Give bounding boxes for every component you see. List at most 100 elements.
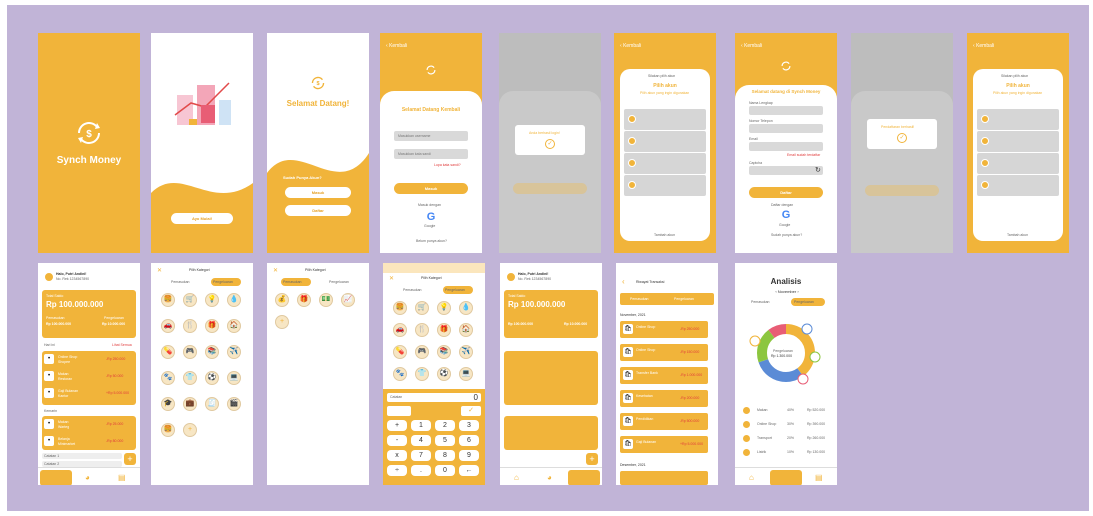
register-button[interactable]: Daftar xyxy=(285,205,351,216)
transaction-row[interactable]: • Gaji Bulanan Kantor +Rp 5.000.000 xyxy=(44,386,134,401)
category-icon[interactable]: 🛒 xyxy=(183,293,197,307)
salary-icon[interactable]: 💰 xyxy=(275,293,289,307)
name-input[interactable] xyxy=(749,106,823,115)
category-icon[interactable]: 💻 xyxy=(227,371,241,385)
back-link[interactable]: ‹ Kembali xyxy=(620,43,641,49)
tab-income[interactable]: Pemasukan xyxy=(171,280,189,284)
password-input[interactable]: Masukkan kata sandi xyxy=(394,149,468,159)
gift-icon[interactable]: 🎁 xyxy=(297,293,311,307)
category-icon[interactable]: 💻 xyxy=(459,367,473,381)
category-icon[interactable]: ✈️ xyxy=(459,345,473,359)
category-icon[interactable]: 🐾 xyxy=(393,367,407,381)
category-icon[interactable]: 👕 xyxy=(415,367,429,381)
category-icon[interactable]: ⚽ xyxy=(205,371,219,385)
keypad-key[interactable]: 4 xyxy=(411,435,431,446)
category-icon[interactable]: 💧 xyxy=(459,301,473,315)
add-account-link[interactable]: Tambah akun xyxy=(1007,233,1028,237)
signup-link[interactable]: Belum punya akun? xyxy=(416,239,447,243)
keypad-key[interactable]: - xyxy=(387,435,407,446)
category-icon[interactable]: 🍴 xyxy=(183,319,197,333)
note-row[interactable]: Catatan 1 xyxy=(42,453,122,459)
forgot-link[interactable]: Lupa kata sandi? xyxy=(434,163,461,167)
category-icon[interactable]: 🎬 xyxy=(227,397,241,411)
nav-analysis[interactable]: ◕ xyxy=(535,470,567,485)
tab-expense[interactable]: Pengeluaran xyxy=(443,286,473,294)
keypad-key[interactable]: x xyxy=(387,450,407,461)
add-account-link[interactable]: Tambah akun xyxy=(654,233,675,237)
category-icon[interactable]: 🍔 xyxy=(161,423,175,437)
captcha-input[interactable] xyxy=(749,166,823,175)
nav-analysis[interactable]: ◕ xyxy=(73,470,105,485)
nav-history[interactable]: ▤ xyxy=(106,470,138,485)
keypad-key[interactable]: 7 xyxy=(411,450,431,461)
back-link[interactable]: ‹ Kembali xyxy=(386,43,407,49)
keypad-key[interactable]: . xyxy=(411,465,431,476)
date-button[interactable] xyxy=(387,406,411,416)
back-link[interactable]: ‹ Kembali xyxy=(741,43,762,49)
keypad-key[interactable]: + xyxy=(387,420,407,431)
account-row[interactable] xyxy=(624,131,706,152)
category-icon[interactable]: 🚗 xyxy=(393,323,407,337)
category-icon[interactable]: 🧾 xyxy=(205,397,219,411)
keypad-key[interactable]: ÷ xyxy=(387,465,407,476)
cash-icon[interactable]: 💵 xyxy=(319,293,333,307)
email-input[interactable] xyxy=(749,142,823,151)
close-icon[interactable]: ✕ xyxy=(273,267,278,274)
category-icon[interactable]: 🎓 xyxy=(161,397,175,411)
keypad-key[interactable]: 9 xyxy=(459,450,479,461)
add-category-icon[interactable]: + xyxy=(183,423,197,437)
tab-expense[interactable]: Pengeluaran xyxy=(791,298,825,306)
history-row[interactable]: 🛍 Gaji Bulanan +Rp 5.000.000 xyxy=(620,436,708,453)
google-icon[interactable]: G xyxy=(425,211,437,223)
category-icon[interactable]: 🎮 xyxy=(183,345,197,359)
phone-input[interactable] xyxy=(749,124,823,133)
login-button[interactable]: Masuk xyxy=(285,187,351,198)
note-input[interactable]: Catatan 0 xyxy=(387,393,481,402)
confirm-button[interactable]: ✓ xyxy=(461,406,481,416)
category-icon[interactable]: 🍔 xyxy=(393,301,407,315)
transaction-row[interactable]: • Makan Restoran -Rp 50.000 xyxy=(44,369,134,384)
account-row[interactable] xyxy=(977,131,1059,152)
keypad-key[interactable]: ← xyxy=(459,465,479,476)
keypad-key[interactable]: 0 xyxy=(435,465,455,476)
google-icon[interactable]: G xyxy=(780,209,792,221)
nav-home[interactable]: ⌂ xyxy=(737,470,769,485)
keypad-key[interactable]: 8 xyxy=(435,450,455,461)
account-row[interactable] xyxy=(977,153,1059,174)
signin-link[interactable]: Sudah punya akun? xyxy=(771,233,802,237)
history-row[interactable]: 🛍 Transfer Bank -Rp 1.000.000 xyxy=(620,367,708,384)
category-icon[interactable]: ⚽ xyxy=(437,367,451,381)
keypad-key[interactable]: 5 xyxy=(435,435,455,446)
tab-income[interactable]: Pemasukan xyxy=(403,288,421,292)
transaction-row[interactable]: • Online Shop Shopee -Rp 250.000 xyxy=(44,352,134,367)
nav-home[interactable] xyxy=(40,470,72,485)
tab-income[interactable]: Pemasukan xyxy=(281,278,311,286)
nav-history[interactable]: ▤ xyxy=(803,470,835,485)
account-row[interactable] xyxy=(977,175,1059,196)
category-icon[interactable]: 🏠 xyxy=(227,319,241,333)
register-submit-button[interactable]: Daftar xyxy=(749,187,823,198)
back-link[interactable]: ‹ Kembali xyxy=(973,43,994,49)
category-icon[interactable]: 💧 xyxy=(227,293,241,307)
add-button[interactable]: + xyxy=(586,453,598,465)
account-row[interactable] xyxy=(624,175,706,196)
category-icon[interactable]: 🏠 xyxy=(459,323,473,337)
account-row[interactable] xyxy=(624,153,706,174)
keypad-key[interactable]: 6 xyxy=(459,435,479,446)
filter-income[interactable]: Pemasukan xyxy=(630,297,648,301)
category-icon[interactable]: 📚 xyxy=(205,345,219,359)
nav-history[interactable] xyxy=(568,470,600,485)
see-all-link[interactable]: Lihat Semua xyxy=(112,343,132,347)
refresh-icon[interactable]: ↻ xyxy=(815,166,821,174)
nav-analysis[interactable] xyxy=(770,470,802,485)
category-icon[interactable]: ✈️ xyxy=(227,345,241,359)
category-icon[interactable]: 🚗 xyxy=(161,319,175,333)
history-row[interactable]: 🛍 Online Shop -Rp 150.000 xyxy=(620,344,708,361)
category-icon[interactable]: 🍴 xyxy=(415,323,429,337)
tab-income[interactable]: Pemasukan xyxy=(751,300,769,304)
category-icon[interactable]: 💊 xyxy=(393,345,407,359)
category-icon[interactable]: 🍔 xyxy=(161,293,175,307)
transaction-row[interactable]: • Makan Warteg -Rp 25.000 xyxy=(44,417,134,432)
keypad-key[interactable]: 1 xyxy=(411,420,431,431)
category-icon[interactable]: 💼 xyxy=(183,397,197,411)
